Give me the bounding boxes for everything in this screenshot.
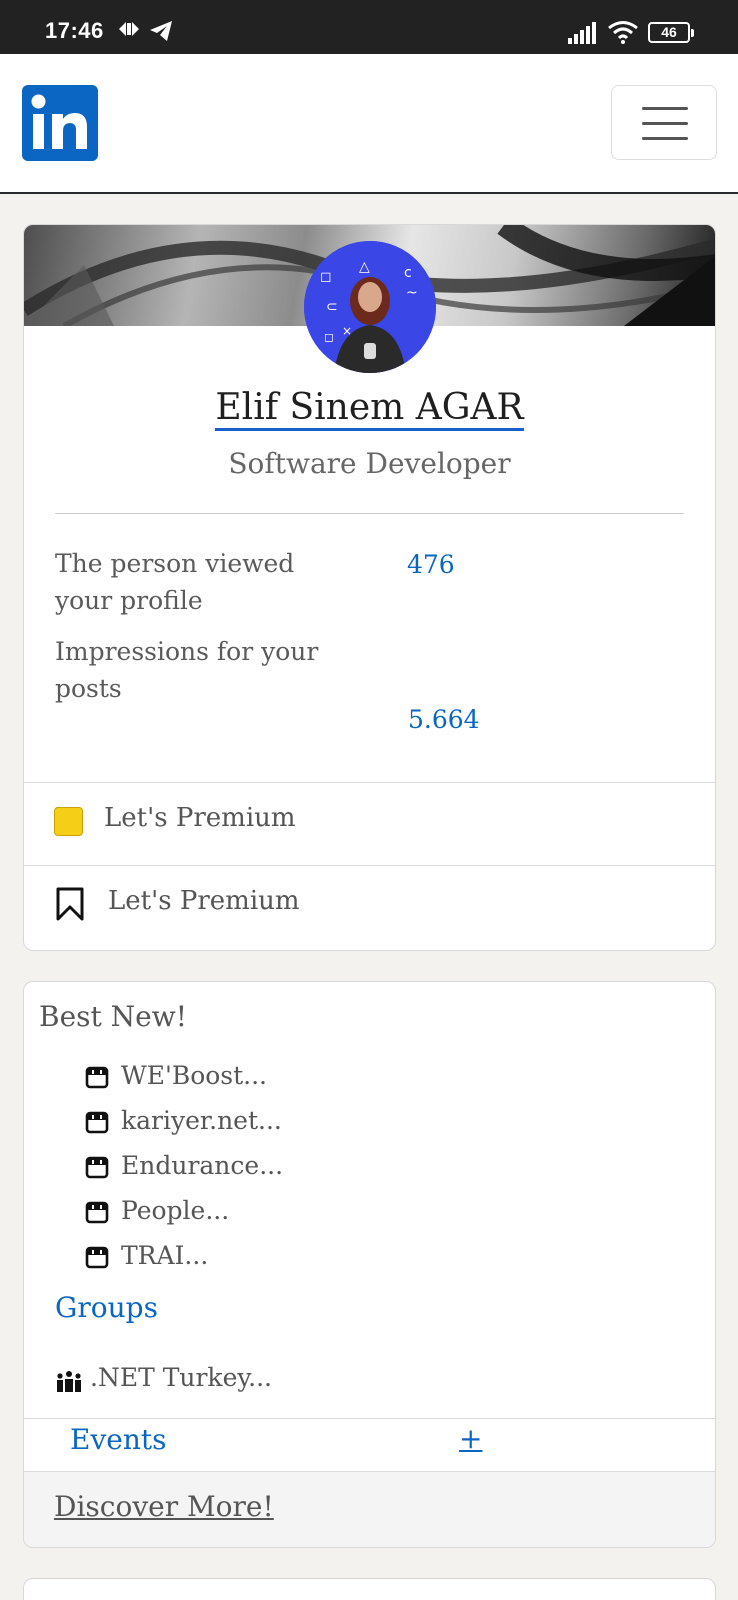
profile-name-link[interactable]: Elif Sinem AGAR xyxy=(24,387,715,431)
premium-link-1[interactable]: Let's Premium xyxy=(104,803,296,833)
menu-line xyxy=(642,137,688,140)
news-item-label[interactable]: Endurance... xyxy=(121,1151,283,1180)
groups-link[interactable]: Groups xyxy=(55,1291,158,1324)
linkedin-logo[interactable] xyxy=(22,85,98,161)
profile-title: Software Developer xyxy=(228,447,511,480)
news-icon xyxy=(85,1155,109,1183)
menu-line xyxy=(642,107,688,110)
group-item-label[interactable]: .NET Turkey... xyxy=(90,1363,272,1392)
top-header xyxy=(0,54,738,194)
profile-card: ◻ ⊂ △ c ~ ◻ × Elif Sinem AGAR Software D… xyxy=(23,224,716,951)
discover-more-link[interactable]: Discover More! xyxy=(54,1490,274,1523)
carrier-icon xyxy=(117,20,141,43)
premium-link-2[interactable]: Let's Premium xyxy=(108,886,300,916)
news-item-label[interactable]: People... xyxy=(121,1196,229,1225)
svg-text:⊂: ⊂ xyxy=(326,299,338,315)
stat-value-impressions[interactable]: 5.664 xyxy=(408,705,480,734)
divider xyxy=(24,782,715,783)
stat-label-profile-views[interactable]: The person viewed your profile xyxy=(55,545,335,619)
svg-text:~: ~ xyxy=(406,285,418,301)
news-item-label[interactable]: TRAI... xyxy=(121,1241,208,1270)
news-card: Best New! WE'Boost... kariyer.net... End… xyxy=(23,981,716,1548)
stat-value-profile-views[interactable]: 476 xyxy=(407,550,455,579)
premium-square-icon xyxy=(54,807,83,836)
battery-icon: 46 xyxy=(648,22,694,43)
wifi-icon xyxy=(607,20,639,49)
profile-name-text[interactable]: Elif Sinem AGAR xyxy=(215,387,524,431)
add-event-button[interactable]: + xyxy=(459,1422,482,1455)
news-item-label[interactable]: kariyer.net... xyxy=(121,1106,282,1135)
next-card xyxy=(23,1578,716,1600)
news-icon xyxy=(85,1245,109,1273)
menu-line xyxy=(642,122,688,125)
news-title: Best New! xyxy=(39,1000,187,1033)
news-icon xyxy=(85,1110,109,1138)
hamburger-menu-button[interactable] xyxy=(611,85,717,160)
telegram-icon xyxy=(149,20,173,47)
events-link[interactable]: Events xyxy=(70,1423,166,1456)
status-bar: 17:46 46 xyxy=(0,0,738,54)
divider xyxy=(24,1418,715,1419)
divider xyxy=(55,513,684,514)
news-icon xyxy=(85,1065,109,1093)
svg-text:◻: ◻ xyxy=(320,269,332,285)
svg-text:△: △ xyxy=(359,259,370,275)
bookmark-icon xyxy=(55,886,85,926)
group-icon xyxy=(56,1370,82,1396)
svg-text:c: c xyxy=(404,265,412,281)
profile-avatar[interactable]: ◻ ⊂ △ c ~ ◻ × xyxy=(304,241,436,373)
status-time: 17:46 xyxy=(45,18,104,43)
svg-text:◻: ◻ xyxy=(324,330,334,344)
divider xyxy=(24,865,715,866)
news-icon xyxy=(85,1200,109,1228)
news-item-label[interactable]: WE'Boost... xyxy=(121,1061,267,1090)
stat-label-impressions[interactable]: Impressions for your posts xyxy=(55,633,335,707)
signal-icon xyxy=(568,22,598,49)
